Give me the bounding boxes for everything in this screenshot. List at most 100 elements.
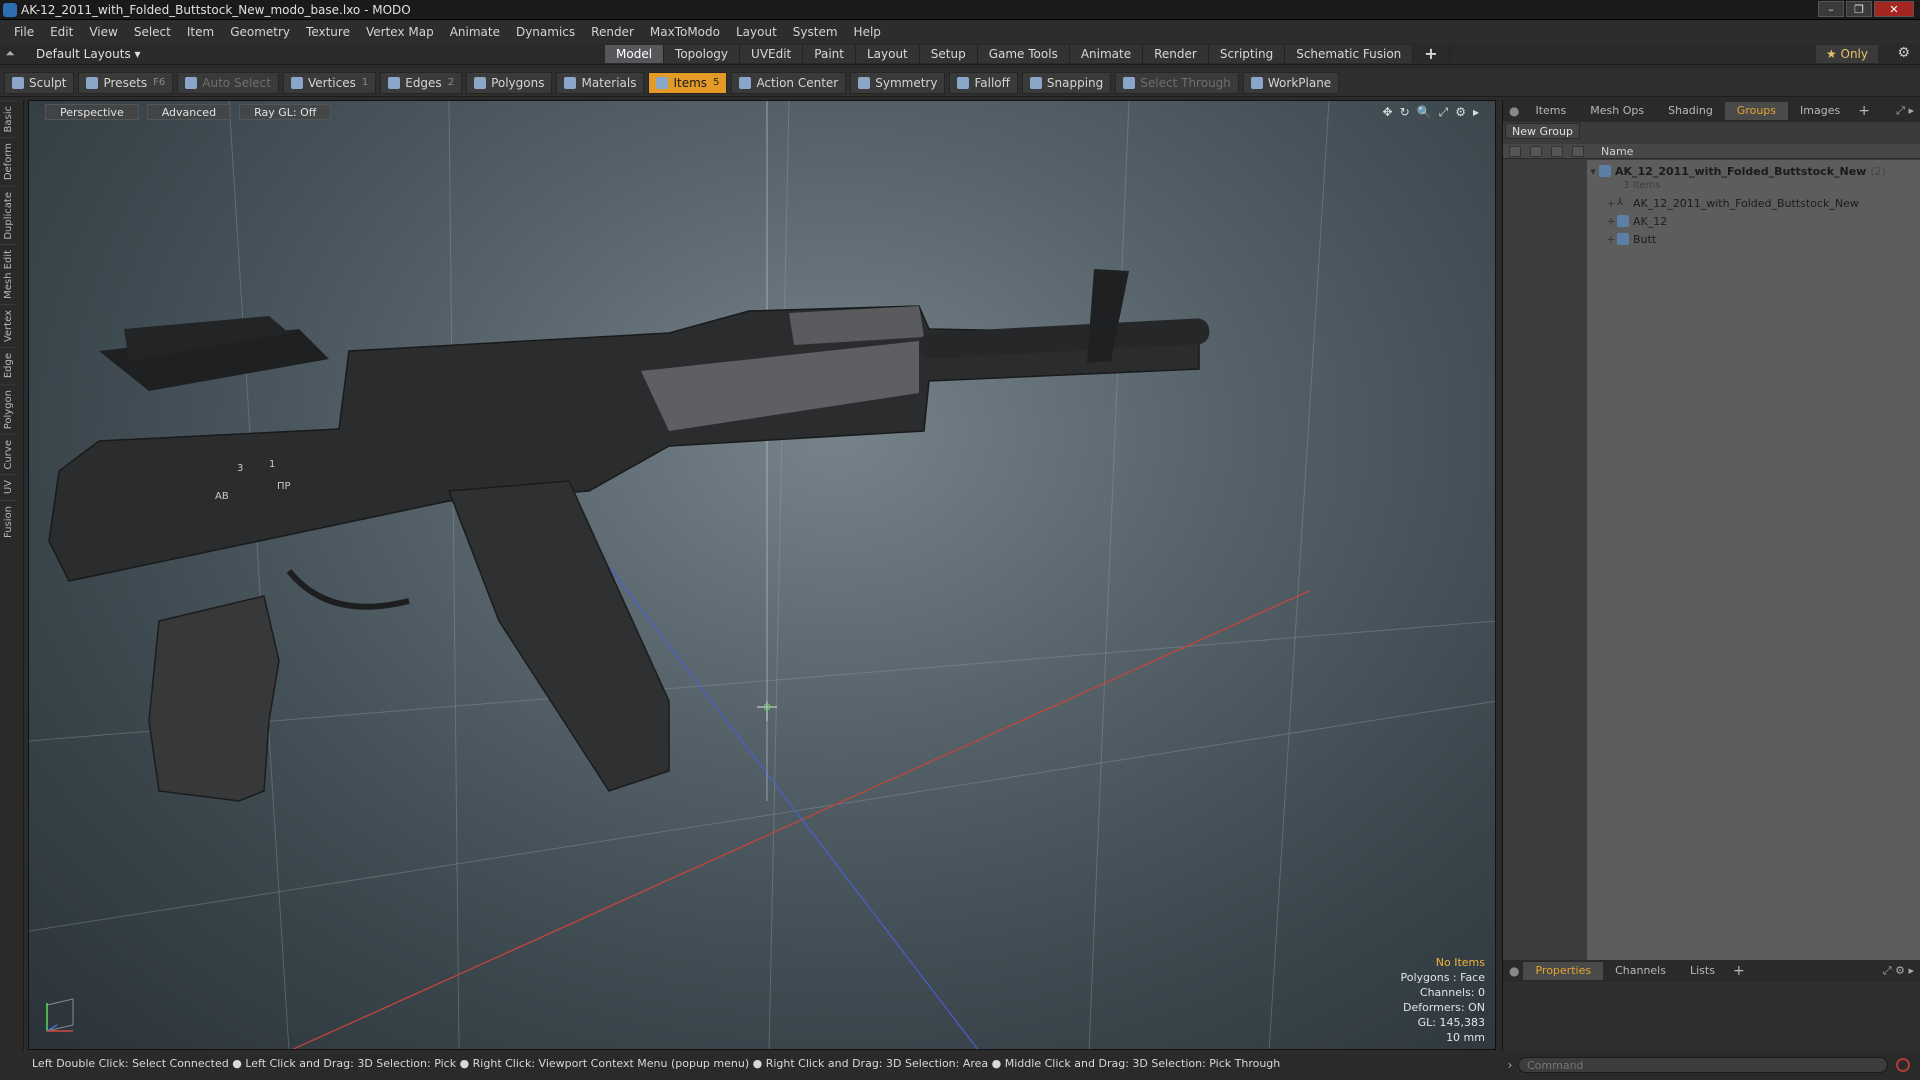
command-arrow-icon[interactable]: › (1502, 1058, 1518, 1072)
tab-deform[interactable]: Deform (0, 137, 17, 186)
3d-viewport[interactable]: 3 1 AB ПР Perspective Advanced Ray GL: O… (28, 100, 1496, 1050)
menu-layout[interactable]: Layout (728, 21, 785, 43)
tab-items[interactable]: Items (1523, 102, 1578, 120)
collapse-icon[interactable]: ▾ (1587, 165, 1599, 178)
collapse-arrow-icon[interactable]: ⏶ (0, 46, 20, 61)
menu-edit[interactable]: Edit (42, 21, 81, 43)
menu-render[interactable]: Render (583, 21, 642, 43)
tab-groups[interactable]: Groups (1724, 102, 1789, 120)
add-panel-tab-button[interactable]: + (1852, 102, 1876, 120)
add-tab-button[interactable]: + (1413, 45, 1450, 63)
zoom-icon[interactable]: 🔍 (1417, 105, 1432, 120)
select-column-icon[interactable] (1572, 146, 1584, 157)
tab-animate[interactable]: Animate (1069, 45, 1144, 63)
items-icon (656, 76, 669, 89)
expand-arrow-icon[interactable]: ▸ (1473, 105, 1479, 120)
menu-select[interactable]: Select (126, 21, 179, 43)
maximize-viewport-icon[interactable]: ⤢ (1439, 105, 1449, 120)
menu-dynamics[interactable]: Dynamics (508, 21, 583, 43)
transform-gizmo[interactable] (757, 701, 777, 721)
materials-button[interactable]: Materials (556, 71, 645, 94)
vertices-button[interactable]: Vertices 1 (282, 71, 377, 94)
menu-system[interactable]: System (785, 21, 846, 43)
name-column-header[interactable]: Name (1601, 145, 1633, 158)
presets-button[interactable]: Presets F6 (78, 71, 174, 94)
select-through-button[interactable]: Select Through (1115, 71, 1239, 94)
tab-channels[interactable]: Channels (1603, 962, 1678, 980)
command-input[interactable] (1518, 1057, 1888, 1073)
tab-paint[interactable]: Paint (803, 45, 856, 63)
tree-row-locator[interactable]: + ⅄ AK_12_2011_with_Folded_Buttstock_New (1605, 194, 1858, 212)
tab-polygon[interactable]: Polygon (0, 383, 17, 434)
tab-mesh-ops[interactable]: Mesh Ops (1578, 102, 1656, 120)
gear-icon[interactable]: ⚙ (1897, 45, 1910, 61)
workplane-button[interactable]: WorkPlane (1242, 71, 1340, 94)
auto-select-button[interactable]: Auto Select (177, 71, 279, 94)
render-column-icon[interactable] (1530, 146, 1542, 157)
tab-render[interactable]: Render (1143, 45, 1209, 63)
select-through-icon (1123, 76, 1136, 89)
visibility-column-icon[interactable] (1509, 146, 1521, 157)
tab-scripting[interactable]: Scripting (1208, 45, 1286, 63)
stop-icon[interactable] (1896, 1058, 1910, 1072)
tab-mesh-edit[interactable]: Mesh Edit (0, 244, 17, 305)
tab-schematic-fusion[interactable]: Schematic Fusion (1285, 45, 1414, 63)
tab-edge[interactable]: Edge (0, 347, 17, 384)
tab-shading[interactable]: Shading (1656, 102, 1725, 120)
lock-column-icon[interactable] (1551, 146, 1563, 157)
edges-button[interactable]: Edges 2 (380, 71, 463, 94)
items-button[interactable]: Items 5 (648, 71, 728, 94)
panel-expand-icon[interactable]: ⤢ ▸ (1896, 104, 1914, 118)
symmetry-button[interactable]: Symmetry (850, 71, 946, 94)
falloff-button[interactable]: Falloff (949, 71, 1018, 94)
only-toggle[interactable]: ★ Only (1815, 45, 1878, 63)
tab-fusion[interactable]: Fusion (0, 499, 17, 543)
action-center-button[interactable]: Action Center (731, 71, 847, 94)
snapping-button[interactable]: Snapping (1021, 71, 1112, 94)
tab-setup[interactable]: Setup (919, 45, 978, 63)
menu-view[interactable]: View (81, 21, 125, 43)
ak12-model[interactable]: 3 1 AB ПР (48, 269, 1210, 802)
tab-uvedit[interactable]: UVEdit (740, 45, 804, 63)
window-title: AK-12_2011_with_Folded_Buttstock_New_mod… (21, 2, 411, 17)
tab-basic[interactable]: Basic (0, 100, 17, 138)
tab-curve[interactable]: Curve (0, 433, 17, 475)
menu-help[interactable]: Help (846, 21, 889, 43)
panel-menu-dot-icon[interactable]: ● (1509, 964, 1519, 978)
new-group-button[interactable]: New Group (1505, 123, 1580, 139)
rotate-icon[interactable]: ↻ (1400, 105, 1410, 120)
menu-file[interactable]: File (6, 21, 42, 43)
menu-vertex-map[interactable]: Vertex Map (358, 21, 442, 43)
tab-game-tools[interactable]: Game Tools (977, 45, 1070, 63)
tab-layout[interactable]: Layout (855, 45, 920, 63)
tab-properties[interactable]: Properties (1523, 962, 1604, 980)
menu-item[interactable]: Item (179, 21, 222, 43)
maximize-button[interactable]: ❐ (1846, 1, 1872, 17)
tab-vertex[interactable]: Vertex (0, 304, 17, 348)
menu-geometry[interactable]: Geometry (222, 21, 298, 43)
sculpt-button[interactable]: Sculpt (4, 71, 75, 94)
tab-lists[interactable]: Lists (1678, 962, 1727, 980)
minimize-button[interactable]: – (1818, 1, 1844, 17)
tab-model[interactable]: Model (605, 45, 665, 63)
polygons-button[interactable]: Polygons (466, 71, 553, 94)
add-panel-tab-button[interactable]: + (1727, 962, 1751, 980)
tab-images[interactable]: Images (1788, 102, 1852, 120)
panel-expand-icon[interactable]: ⤢ ⚙ ▸ (1883, 964, 1914, 978)
pan-icon[interactable]: ✥ (1383, 105, 1393, 120)
perspective-button[interactable]: Perspective (45, 104, 139, 120)
ray-gl-button[interactable]: Ray GL: Off (239, 104, 332, 120)
viewport-settings-icon[interactable]: ⚙ (1455, 105, 1466, 120)
tab-topology[interactable]: Topology (664, 45, 741, 63)
menu-maxtomodo[interactable]: MaxToModo (642, 21, 728, 43)
tab-duplicate[interactable]: Duplicate (0, 185, 17, 245)
close-button[interactable]: ✕ (1874, 1, 1914, 17)
tree-row-butt[interactable]: + Butt (1605, 230, 1656, 248)
tree-row-ak12[interactable]: + AK_12 (1605, 212, 1667, 230)
menu-animate[interactable]: Animate (442, 21, 508, 43)
panel-menu-dot-icon[interactable]: ● (1509, 104, 1519, 118)
menu-texture[interactable]: Texture (298, 21, 358, 43)
tab-uv[interactable]: UV (0, 474, 17, 500)
layout-selector[interactable]: Default Layouts ▾ (20, 47, 141, 61)
advanced-button[interactable]: Advanced (146, 104, 232, 120)
